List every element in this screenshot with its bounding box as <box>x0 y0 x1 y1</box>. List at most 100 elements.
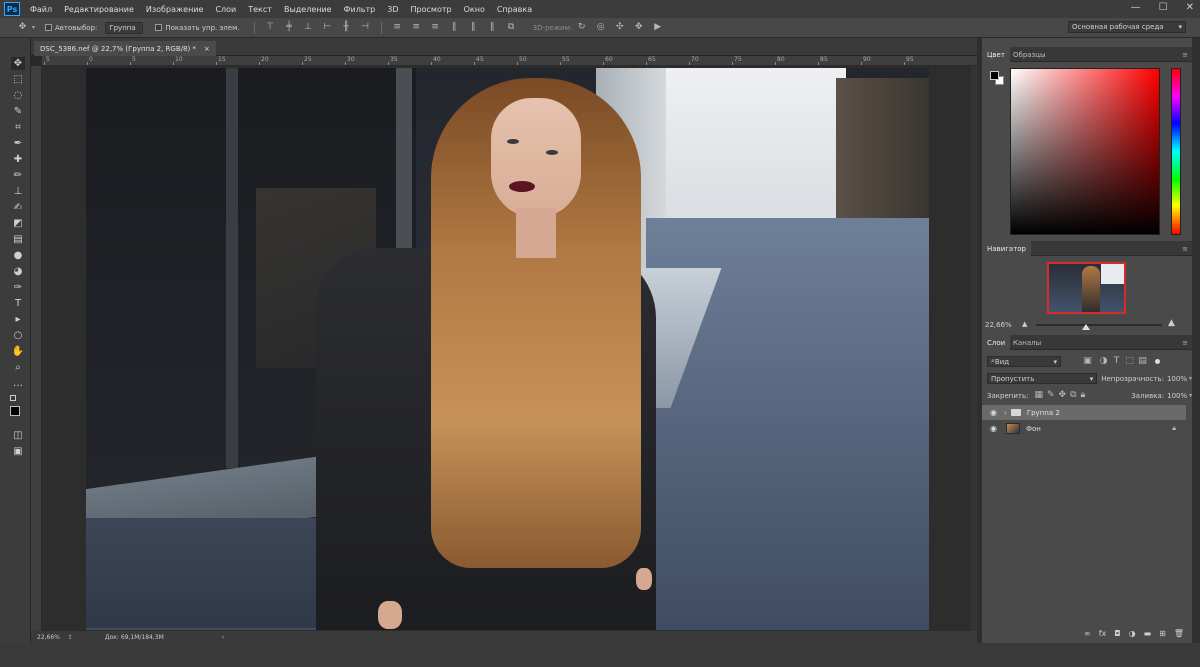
align-hcenter-icon[interactable]: ╫ <box>342 23 351 32</box>
lock-artboard-icon[interactable]: ⧉ <box>1070 391 1076 400</box>
document-tab[interactable]: DSC_5386.nef @ 22,7% (Группа 2, RGB/8) *… <box>34 41 216 56</box>
dodge-tool-icon[interactable]: ◕ <box>11 265 25 278</box>
app-logo[interactable]: Ps <box>4 2 20 16</box>
visibility-eye-icon[interactable]: ◉ <box>989 408 998 417</box>
lock-pixels-icon[interactable]: ✎ <box>1047 391 1055 400</box>
gradient-tool-icon[interactable]: ▤ <box>11 233 25 246</box>
minimize-button[interactable]: — <box>1131 2 1141 13</box>
align-bottom-icon[interactable]: ⊥ <box>304 23 313 32</box>
auto-align-icon[interactable]: ⧉ <box>507 23 516 32</box>
menu-window[interactable]: Окно <box>458 5 491 14</box>
lock-transparency-icon[interactable]: ▦ <box>1034 391 1043 400</box>
filter-type-icon[interactable]: T <box>1112 357 1121 366</box>
screen-mode-icon[interactable]: ▣ <box>11 445 25 458</box>
foreground-color-swatch[interactable] <box>10 406 20 416</box>
zoom-slider-knob[interactable] <box>1082 324 1090 330</box>
zoom-tool-icon[interactable]: ⌕ <box>11 361 25 374</box>
blur-tool-icon[interactable]: ● <box>11 249 25 262</box>
menu-layers[interactable]: Слои <box>209 5 242 14</box>
path-select-tool-icon[interactable]: ▸ <box>11 313 25 326</box>
close-window-button[interactable]: ✕ <box>1186 2 1194 13</box>
shape-tool-icon[interactable]: ○ <box>11 329 25 342</box>
add-mask-icon[interactable]: ◘ <box>1114 629 1120 638</box>
autoselect-checkbox[interactable] <box>45 24 53 31</box>
lock-position-icon[interactable]: ✥ <box>1059 391 1067 400</box>
new-group-icon[interactable]: ▬ <box>1144 629 1152 638</box>
eraser-tool-icon[interactable]: ◩ <box>11 217 25 230</box>
menu-file[interactable]: Файл <box>24 5 58 14</box>
healing-brush-tool-icon[interactable]: ✚ <box>11 153 25 166</box>
close-tab-icon[interactable]: × <box>204 45 210 53</box>
navigator-zoom-value[interactable]: 22,66% <box>985 321 1012 329</box>
panel-menu-icon[interactable]: ≡ <box>1182 51 1188 59</box>
panel-menu-icon[interactable]: ≡ <box>1182 245 1188 253</box>
distribute-bottom-icon[interactable]: ≡ <box>431 23 440 32</box>
hand-tool-icon[interactable]: ✋ <box>11 345 25 358</box>
move-tool-icon[interactable]: ✥ <box>11 57 25 70</box>
workspace-dropdown[interactable]: Основная рабочая среда ▾ <box>1068 21 1186 33</box>
show-controls-checkbox[interactable] <box>155 24 163 31</box>
distribute-hcenter-icon[interactable]: ∥ <box>469 23 478 32</box>
new-adjustment-icon[interactable]: ◑ <box>1129 629 1136 638</box>
eyedropper-tool-icon[interactable]: ✒ <box>11 137 25 150</box>
status-zoom[interactable]: 22,66% <box>37 634 60 641</box>
align-right-icon[interactable]: ⊣ <box>361 23 370 32</box>
fill-value[interactable]: 100% <box>1167 392 1187 400</box>
chevron-down-icon[interactable]: ▾ <box>1189 392 1192 399</box>
history-brush-tool-icon[interactable]: ✍ <box>11 201 25 214</box>
menu-filter[interactable]: Фильтр <box>338 5 382 14</box>
menu-type[interactable]: Текст <box>242 5 278 14</box>
filter-shape-icon[interactable]: ⬚ <box>1125 357 1134 366</box>
zoom-slider-track[interactable] <box>1036 324 1162 326</box>
layer-style-icon[interactable]: fx <box>1099 629 1107 638</box>
share-icon[interactable]: ⇪ <box>68 634 73 641</box>
crop-tool-icon[interactable]: ⌗ <box>11 121 25 134</box>
layer-row-group[interactable]: ◉ › Группа 2 <box>982 405 1186 420</box>
marquee-tool-icon[interactable]: ⬚ <box>11 73 25 86</box>
new-layer-icon[interactable]: ⊞ <box>1159 629 1166 638</box>
expand-chevron-icon[interactable]: › <box>1004 409 1007 417</box>
document-canvas-image[interactable] <box>86 68 929 630</box>
layer-row-background[interactable]: ◉ Фон 🔒︎ <box>982 421 1186 436</box>
orbit-3d-icon[interactable]: ↻ <box>577 23 586 32</box>
tab-channels[interactable]: Каналы <box>1008 335 1046 350</box>
status-menu-chevron-icon[interactable]: › <box>222 634 224 641</box>
zoom-in-icon[interactable]: ▲ <box>1168 318 1175 328</box>
color-picker-field[interactable] <box>1010 68 1160 235</box>
tab-layers[interactable]: Слои <box>982 335 1011 350</box>
visibility-eye-icon[interactable]: ◉ <box>989 424 998 433</box>
clone-stamp-tool-icon[interactable]: ⊥ <box>11 185 25 198</box>
delete-layer-icon[interactable]: 🗑︎ <box>1174 629 1184 638</box>
align-left-icon[interactable]: ⊢ <box>323 23 332 32</box>
panel-menu-icon[interactable]: ≡ <box>1182 339 1188 347</box>
lock-all-icon[interactable]: 🔒︎ <box>1081 391 1086 400</box>
scale-3d-icon[interactable]: ▶ <box>653 23 662 32</box>
drag-3d-icon[interactable]: ✣ <box>615 23 624 32</box>
move-tool-icon[interactable]: ✥ <box>18 23 27 32</box>
filter-adjustment-icon[interactable]: ◑ <box>1099 357 1108 366</box>
tool-preset-chevron-icon[interactable]: ▾ <box>32 24 35 31</box>
tab-color[interactable]: Цвет <box>982 47 1010 62</box>
distribute-left-icon[interactable]: ∥ <box>450 23 459 32</box>
roll-3d-icon[interactable]: ◎ <box>596 23 605 32</box>
navigator-thumbnail[interactable] <box>1047 262 1126 314</box>
hue-slider[interactable] <box>1171 68 1181 235</box>
distribute-right-icon[interactable]: ∥ <box>488 23 497 32</box>
lasso-tool-icon[interactable]: ◌ <box>11 89 25 102</box>
menu-view[interactable]: Просмотр <box>405 5 458 14</box>
tab-navigator[interactable]: Навигатор <box>982 241 1031 256</box>
quick-mask-icon[interactable]: ◫ <box>11 429 25 442</box>
menu-help[interactable]: Справка <box>491 5 538 14</box>
align-top-icon[interactable]: ⊤ <box>266 23 275 32</box>
menu-3d[interactable]: 3D <box>381 5 404 14</box>
more-tools-icon[interactable]: … <box>11 377 25 390</box>
distribute-vcenter-icon[interactable]: ≡ <box>412 23 421 32</box>
layer-filter-dropdown[interactable]: ⌕ Вид ▾ <box>987 356 1061 367</box>
menu-select[interactable]: Выделение <box>278 5 338 14</box>
zoom-out-icon[interactable]: ▲ <box>1022 320 1027 328</box>
pen-tool-icon[interactable]: ✑ <box>11 281 25 294</box>
chevron-down-icon[interactable]: ▾ <box>1189 375 1192 382</box>
slide-3d-icon[interactable]: ✥ <box>634 23 643 32</box>
default-colors-icon[interactable] <box>10 395 16 401</box>
align-vcenter-icon[interactable]: ╪ <box>285 23 294 32</box>
